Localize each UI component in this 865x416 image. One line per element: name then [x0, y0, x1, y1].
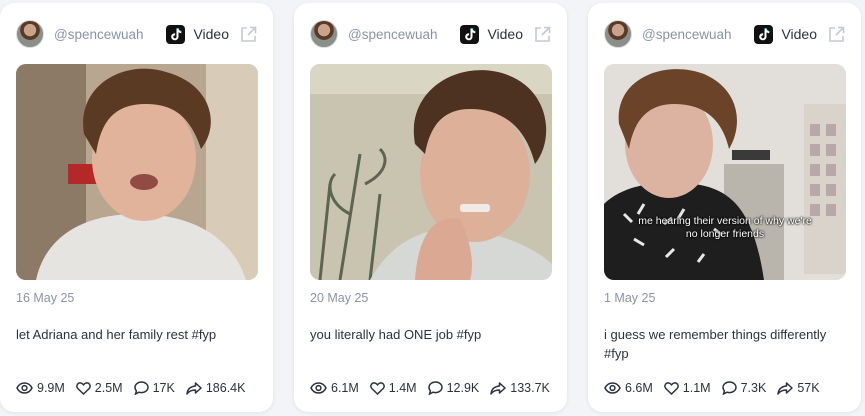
eye-icon: [310, 382, 327, 394]
heart-icon: [369, 381, 385, 395]
comments-count: 7.3K: [740, 381, 767, 395]
comment-icon: [133, 381, 149, 395]
share-icon: [777, 381, 794, 395]
likes-count: 2.5M: [94, 381, 123, 395]
likes-stat: 2.5M: [75, 381, 123, 395]
content-type-label: Video: [487, 26, 523, 42]
video-overlay-text: me hearing their version of why we're no…: [638, 215, 812, 240]
card-header: @spencewuah Video: [604, 19, 845, 49]
comments-stat: 7.3K: [721, 381, 767, 395]
creator-handle[interactable]: @spencewuah: [54, 27, 166, 42]
shares-stat: 57K: [777, 381, 820, 395]
shares-count: 186.4K: [205, 381, 246, 395]
video-thumbnail[interactable]: me hearing their version of why we're no…: [604, 64, 846, 280]
views-stat: 9.9M: [16, 381, 65, 395]
shares-count: 133.7K: [510, 381, 550, 395]
eye-icon: [16, 382, 33, 394]
post-date: 16 May 25: [16, 291, 75, 305]
post-card[interactable]: @spencewuah Video me hearing their versi…: [588, 3, 861, 412]
likes-count: 1.1M: [682, 381, 711, 395]
likes-count: 1.4M: [388, 381, 417, 395]
heart-icon: [663, 381, 679, 395]
likes-stat: 1.4M: [369, 381, 417, 395]
post-date: 1 May 25: [604, 291, 656, 305]
shares-stat: 133.7K: [490, 381, 550, 395]
comment-icon: [427, 381, 443, 395]
video-thumbnail[interactable]: [16, 64, 258, 280]
shares-stat: 186.4K: [186, 381, 246, 395]
content-type-label: Video: [781, 26, 817, 42]
comments-stat: 12.9K: [427, 381, 480, 395]
tiktok-icon: [166, 24, 186, 44]
views-stat: 6.1M: [310, 381, 359, 395]
comment-icon: [721, 381, 737, 395]
likes-stat: 1.1M: [663, 381, 711, 395]
external-link-icon[interactable]: [827, 25, 845, 43]
heart-icon: [75, 381, 91, 395]
stats-row: 6.6M 1.1M 7.3K 57K: [604, 378, 851, 398]
stats-row: 6.1M 1.4M 12.9K 133.7K: [310, 378, 557, 398]
avatar[interactable]: [310, 20, 338, 48]
post-date: 20 May 25: [310, 291, 369, 305]
external-link-icon[interactable]: [533, 25, 551, 43]
comments-count: 12.9K: [446, 381, 480, 395]
post-caption: you literally had ONE job #fyp: [310, 327, 482, 342]
external-link-icon[interactable]: [239, 25, 257, 43]
shares-count: 57K: [797, 381, 820, 395]
card-header: @spencewuah Video: [310, 19, 551, 49]
views-stat: 6.6M: [604, 381, 653, 395]
comments-count: 17K: [152, 381, 175, 395]
post-card[interactable]: @spencewuah Video 20 May 25 you literall…: [294, 3, 567, 412]
stats-row: 9.9M 2.5M 17K 186.4K: [16, 378, 263, 398]
post-caption: let Adriana and her family rest #fyp: [16, 327, 217, 342]
share-icon: [186, 381, 202, 395]
eye-icon: [604, 382, 621, 394]
post-caption: i guess we remember things differently #…: [604, 327, 827, 361]
avatar[interactable]: [16, 20, 44, 48]
creator-handle[interactable]: @spencewuah: [348, 27, 460, 42]
views-count: 6.6M: [625, 381, 653, 395]
views-count: 6.1M: [331, 381, 359, 395]
creator-handle[interactable]: @spencewuah: [642, 27, 754, 42]
post-card[interactable]: @spencewuah Video 16 May 25 let Adriana …: [0, 3, 273, 412]
share-icon: [490, 381, 507, 395]
avatar[interactable]: [604, 20, 632, 48]
content-type-label: Video: [193, 26, 229, 42]
tiktok-icon: [460, 24, 480, 44]
tiktok-icon: [754, 24, 774, 44]
video-thumbnail[interactable]: [310, 64, 552, 280]
card-header: @spencewuah Video: [16, 19, 257, 49]
views-count: 9.9M: [37, 381, 65, 395]
comments-stat: 17K: [133, 381, 175, 395]
